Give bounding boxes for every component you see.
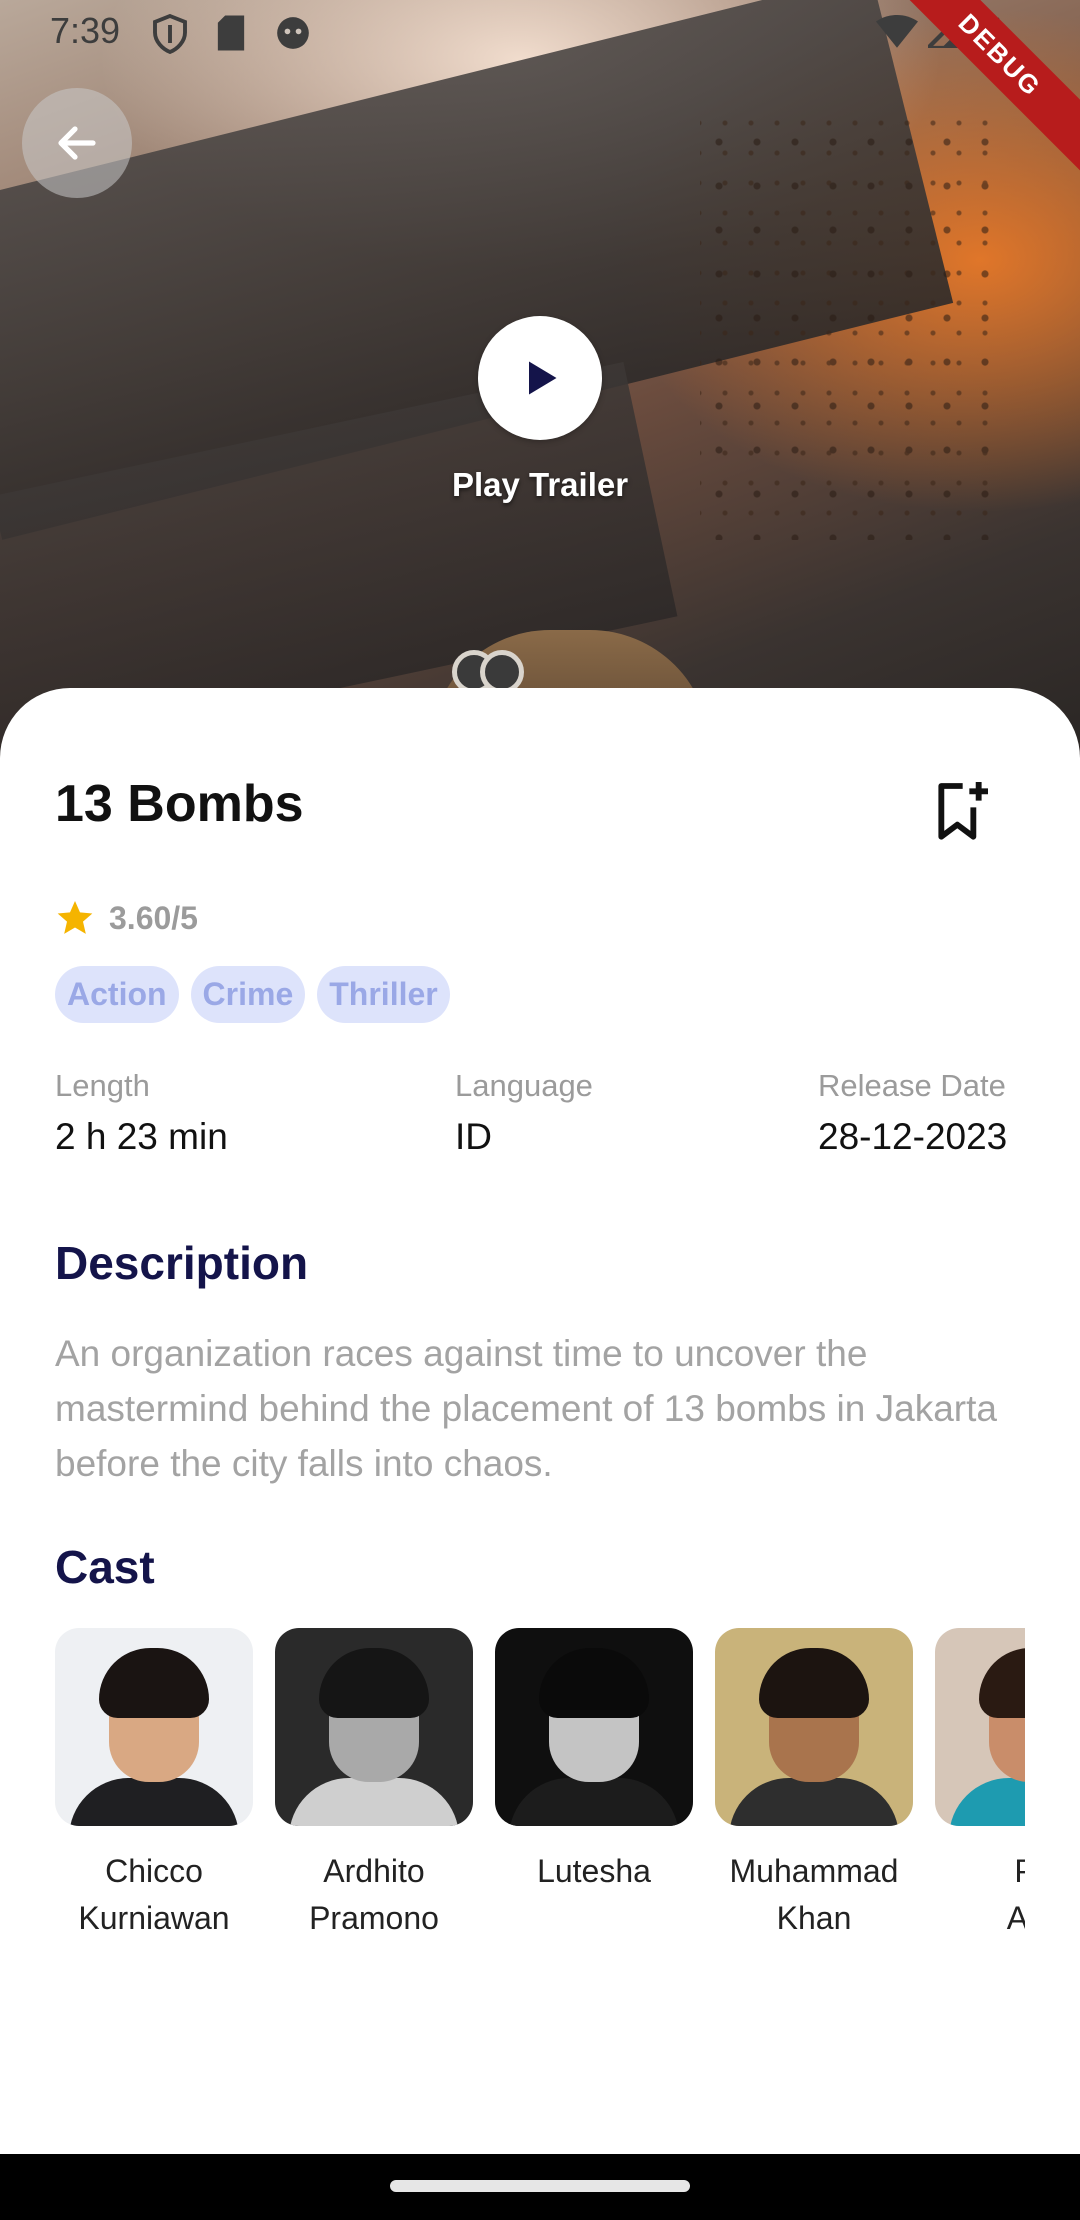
bookmark-add-button[interactable] (928, 778, 992, 842)
play-trailer-label[interactable]: Play Trailer (0, 466, 1080, 504)
cast-list[interactable]: Chicco Kurniawan Ardhito Pramono Lutesha (55, 1628, 1025, 1968)
genre-chip-thriller[interactable]: Thriller (317, 966, 450, 1023)
info-value: 28-12-2023 (818, 1116, 1008, 1157)
info-language: Language ID (455, 1068, 593, 1158)
cast-name: Pu Ayu (1006, 1853, 1025, 1936)
cast-item[interactable]: Pu Ayu (935, 1628, 1025, 1942)
cast-photo (935, 1628, 1025, 1826)
cast-name: Lutesha (537, 1853, 651, 1889)
trailer-backdrop: 7:39 DEBUG Play Trailer (0, 0, 1080, 760)
play-icon (529, 361, 557, 395)
cast-name: Chicco Kurniawan (78, 1853, 230, 1936)
info-label: Language (455, 1068, 593, 1103)
cast-item[interactable]: Lutesha (495, 1628, 693, 1895)
bookmark-add-icon (938, 782, 988, 840)
info-label: Length (55, 1068, 150, 1103)
cast-item[interactable]: Chicco Kurniawan (55, 1628, 253, 1942)
genre-chip-crime[interactable]: Crime (190, 966, 306, 1023)
system-nav-bar (0, 2154, 1080, 2220)
cast-name: Muhammad Khan (729, 1853, 899, 1936)
back-arrow-icon (58, 126, 96, 160)
star-icon (57, 901, 93, 934)
play-trailer-button[interactable] (478, 316, 602, 440)
wifi-icon (876, 14, 918, 48)
status-time: 7:39 (50, 10, 121, 51)
home-handle[interactable] (390, 2180, 690, 2192)
cast-item[interactable]: Ardhito Pramono (275, 1628, 473, 1942)
info-release-date: Release Date 28-12-2023 (818, 1068, 1007, 1158)
info-value: ID (455, 1116, 492, 1157)
info-value: 2 h 23 min (55, 1116, 228, 1157)
genre-list: Action Crime Thriller (55, 966, 450, 1023)
info-length: Length 2 h 23 min (55, 1068, 228, 1158)
status-bar: 7:39 DEBUG (0, 0, 1080, 179)
description-heading: Description (55, 1237, 309, 1289)
genre-chip-action[interactable]: Action (55, 966, 179, 1023)
cast-photo (275, 1628, 473, 1826)
movie-detail-sheet: 13 Bombs 3.60/5 Action Crime Thriller Le… (0, 688, 1080, 2154)
cast-photo (715, 1628, 913, 1826)
shield-icon (153, 14, 187, 54)
rating-row: 3.60/5 (55, 898, 198, 938)
info-label: Release Date (818, 1068, 1006, 1103)
cast-photo (55, 1628, 253, 1826)
rating-value: 3.60/5 (109, 899, 198, 936)
back-button[interactable] (22, 88, 132, 198)
cast-item[interactable]: Muhammad Khan (715, 1628, 913, 1942)
cast-photo (495, 1628, 693, 1826)
sd-card-icon (217, 15, 245, 51)
cast-heading: Cast (55, 1541, 155, 1593)
movie-title: 13 Bombs (55, 775, 304, 833)
description-text: An organization races against time to un… (55, 1333, 997, 1484)
face-icon (277, 17, 309, 49)
cast-name: Ardhito Pramono (309, 1853, 439, 1936)
